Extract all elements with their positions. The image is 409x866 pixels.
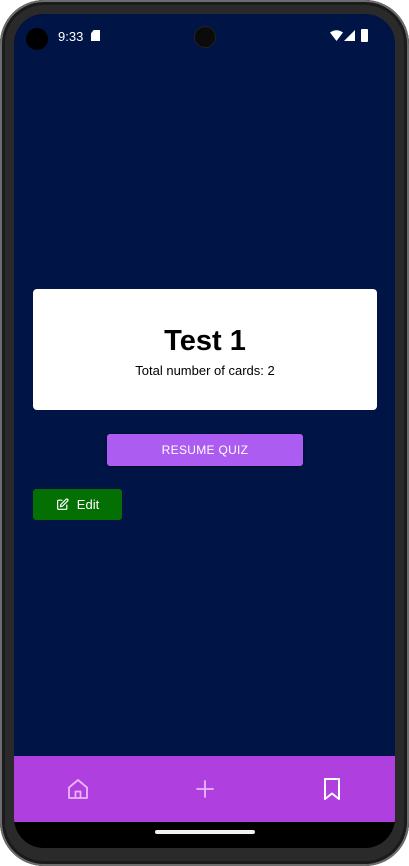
- screen: 9:33 Test 1 Total number of cards: 2 RES…: [14, 14, 395, 848]
- deck-title: Test 1: [164, 325, 246, 357]
- nav-home-button[interactable]: [64, 775, 92, 803]
- nav-add-button[interactable]: [191, 775, 219, 803]
- status-time: 9:33: [58, 29, 84, 44]
- battery-icon: [361, 29, 368, 42]
- edit-icon: [56, 498, 69, 510]
- card-count: Total number of cards: 2: [135, 363, 275, 378]
- bottom-navigation: [14, 756, 395, 822]
- signal-icon: [344, 30, 355, 41]
- phone-frame: 9:33 Test 1 Total number of cards: 2 RES…: [0, 0, 409, 866]
- deck-card: Test 1 Total number of cards: 2: [33, 289, 377, 410]
- resume-quiz-label: RESUME QUIZ: [161, 443, 249, 457]
- status-bar: 9:33: [14, 14, 395, 58]
- plus-icon: [196, 780, 214, 798]
- nav-bookmark-button[interactable]: [318, 775, 346, 803]
- camera-cutout: [26, 28, 48, 50]
- bookmark-icon: [324, 778, 340, 800]
- edit-button[interactable]: Edit: [33, 489, 122, 520]
- home-icon: [68, 779, 88, 799]
- wifi-icon: [330, 30, 343, 41]
- front-camera: [195, 27, 215, 47]
- edit-label: Edit: [76, 497, 100, 512]
- resume-quiz-button[interactable]: RESUME QUIZ: [107, 434, 303, 466]
- gesture-bar[interactable]: [155, 830, 255, 834]
- sd-card-icon: [91, 30, 100, 41]
